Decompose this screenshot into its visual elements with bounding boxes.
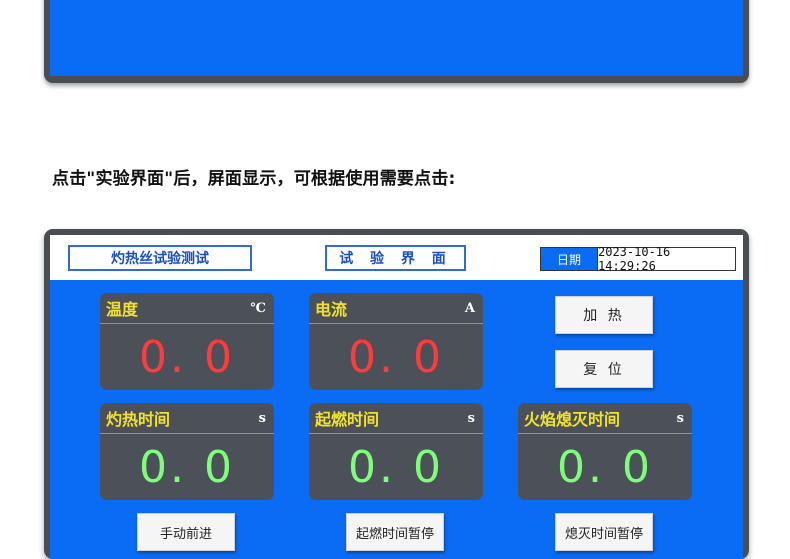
extinguish-pause-button[interactable]: 熄灭时间暂停 bbox=[555, 513, 653, 551]
current-value: 0. 0 bbox=[348, 331, 444, 383]
panel-unit: ℃ bbox=[250, 300, 266, 316]
panel-title: 电流 bbox=[315, 300, 348, 319]
ignition-time-value: 0. 0 bbox=[348, 441, 444, 493]
panel-unit: A bbox=[464, 300, 475, 316]
panel-header: 灼热时间 s bbox=[100, 403, 274, 434]
instruction-text: 点击"实验界面"后，屏面显示，可根据使用需要点击: bbox=[52, 169, 456, 189]
hmi-device-frame: 灼热丝试验测试 试 验 界 面 日期 2023-10-16 14:29:26 温… bbox=[44, 229, 749, 559]
panel-unit: s bbox=[676, 410, 684, 426]
heat-button[interactable]: 加 热 bbox=[555, 296, 653, 334]
panel-title: 火焰熄灭时间 bbox=[524, 410, 621, 429]
app-title: 灼热丝试验测试 bbox=[68, 245, 252, 271]
header-bar: 灼热丝试验测试 试 验 界 面 日期 2023-10-16 14:29:26 bbox=[50, 235, 743, 280]
page-title: 试 验 界 面 bbox=[325, 245, 466, 271]
extinguish-time-value: 0. 0 bbox=[557, 441, 653, 493]
temperature-value: 0. 0 bbox=[139, 331, 235, 383]
reset-button[interactable]: 复 位 bbox=[555, 350, 653, 388]
top-device-frame bbox=[44, 0, 749, 83]
panel-header: 温度 ℃ bbox=[100, 293, 274, 324]
panel-title: 起燃时间 bbox=[315, 410, 380, 429]
ignition-pause-button[interactable]: 起燃时间暂停 bbox=[346, 513, 444, 551]
current-panel: 电流 A 0. 0 bbox=[309, 293, 483, 390]
panel-unit: s bbox=[258, 410, 266, 426]
manual-forward-button[interactable]: 手动前进 bbox=[137, 513, 235, 551]
burn-time-panel: 灼热时间 s 0. 0 bbox=[100, 403, 274, 500]
date-label: 日期 bbox=[541, 248, 598, 270]
temperature-panel: 温度 ℃ 0. 0 bbox=[100, 293, 274, 390]
panel-header: 火焰熄灭时间 s bbox=[518, 403, 692, 434]
panel-title: 灼热时间 bbox=[106, 410, 171, 429]
panel-header: 电流 A bbox=[309, 293, 483, 324]
burn-time-value: 0. 0 bbox=[139, 441, 235, 493]
date-value: 2023-10-16 14:29:26 bbox=[598, 245, 671, 273]
ignition-time-panel: 起燃时间 s 0. 0 bbox=[309, 403, 483, 500]
top-device-screen bbox=[50, 0, 743, 76]
datetime-display: 日期 2023-10-16 14:29:26 bbox=[540, 245, 736, 273]
test-interface-screen: 灼热丝试验测试 试 验 界 面 日期 2023-10-16 14:29:26 温… bbox=[50, 235, 743, 559]
extinguish-time-panel: 火焰熄灭时间 s 0. 0 bbox=[518, 403, 692, 500]
panel-header: 起燃时间 s bbox=[309, 403, 483, 434]
panel-title: 温度 bbox=[106, 300, 139, 319]
panel-unit: s bbox=[467, 410, 475, 426]
